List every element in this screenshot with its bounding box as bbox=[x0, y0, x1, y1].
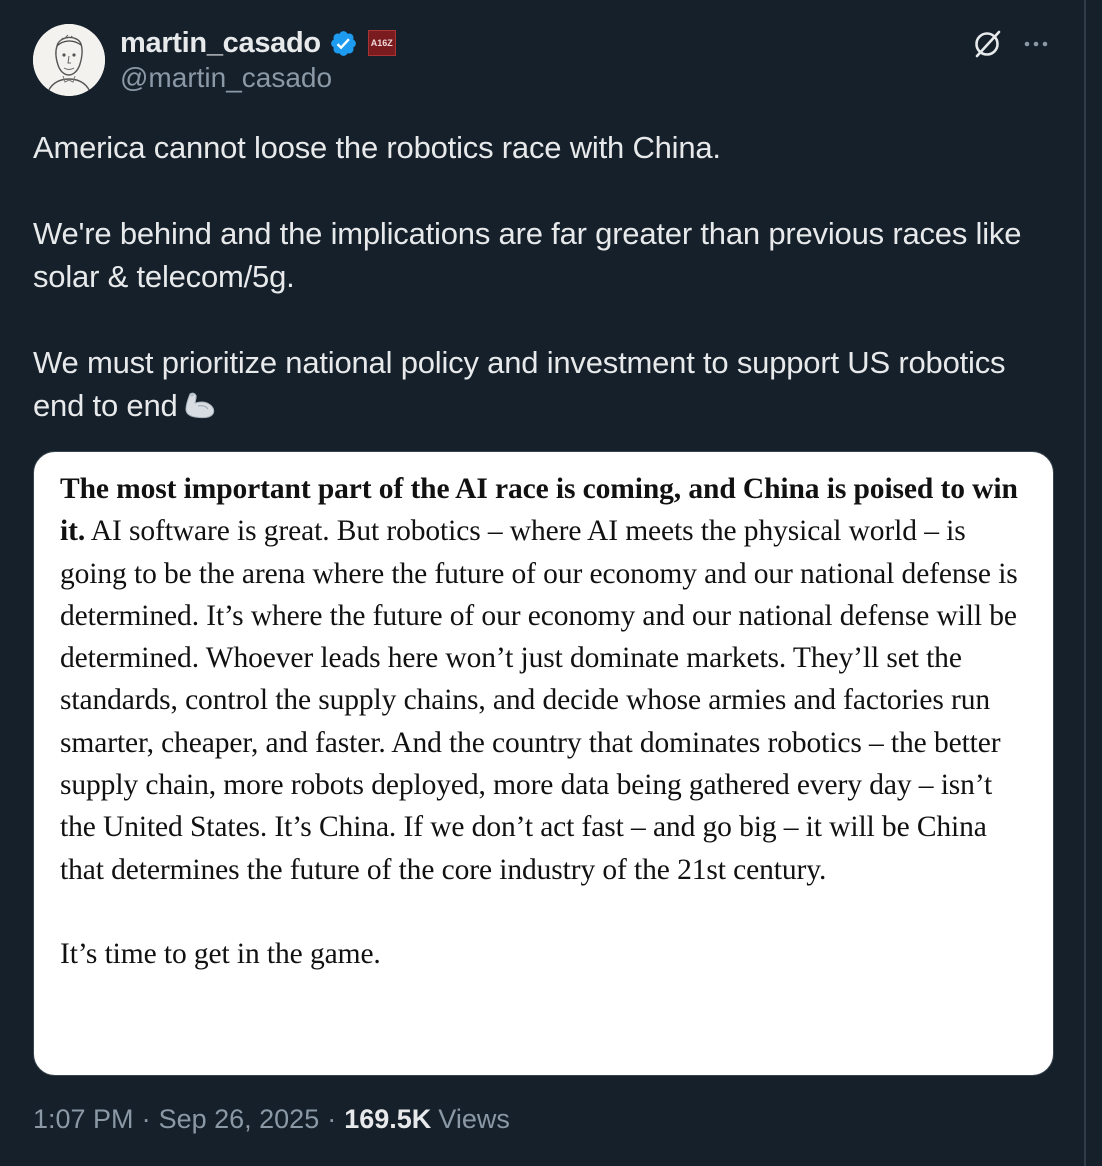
attached-image[interactable]: The most important part of the AI race i… bbox=[33, 451, 1054, 1076]
tweet-paragraph: We must prioritize national policy and i… bbox=[33, 341, 1063, 427]
author-display-name[interactable]: martin_casado bbox=[120, 27, 321, 60]
tweet-meta: 1:07 PM · Sep 26, 2025 · 169.5K Views bbox=[33, 1104, 510, 1135]
separator-dot: · bbox=[327, 1104, 337, 1134]
affiliation-badge[interactable]: A16Z bbox=[367, 30, 396, 56]
views-count: 169.5K bbox=[344, 1104, 432, 1134]
tweet-time[interactable]: 1:07 PM bbox=[33, 1104, 134, 1135]
tweet-paragraph-text: We must prioritize national policy and i… bbox=[33, 345, 1006, 423]
avatar[interactable] bbox=[33, 24, 105, 96]
tweet-paragraph: We're behind and the implications are fa… bbox=[33, 216, 1022, 294]
author-name-row: martin_casado A16Z bbox=[120, 26, 396, 60]
sketch-portrait-image bbox=[33, 24, 105, 96]
quote-body: AI software is great. But robotics – whe… bbox=[60, 515, 1018, 886]
tweet-paragraph: America cannot loose the robotics race w… bbox=[33, 130, 721, 165]
more-options-icon[interactable] bbox=[1020, 28, 1052, 60]
tweet-date[interactable]: Sep 26, 2025 bbox=[159, 1104, 320, 1135]
grok-icon[interactable] bbox=[970, 27, 1004, 61]
views-label: Views bbox=[438, 1104, 510, 1134]
tweet-text: America cannot loose the robotics race w… bbox=[33, 126, 1063, 427]
verified-badge-icon[interactable] bbox=[329, 29, 358, 58]
quote-text-block: The most important part of the AI race i… bbox=[60, 468, 1020, 975]
tweet: martin_casado A16Z @martin_casado Americ… bbox=[0, 0, 1084, 1166]
author-handle[interactable]: @martin_casado bbox=[120, 62, 332, 94]
column-divider bbox=[1084, 0, 1086, 1166]
quote-closing: It’s time to get in the game. bbox=[60, 937, 381, 970]
flexed-biceps-emoji-icon bbox=[182, 388, 220, 419]
separator-dot: · bbox=[141, 1104, 151, 1134]
